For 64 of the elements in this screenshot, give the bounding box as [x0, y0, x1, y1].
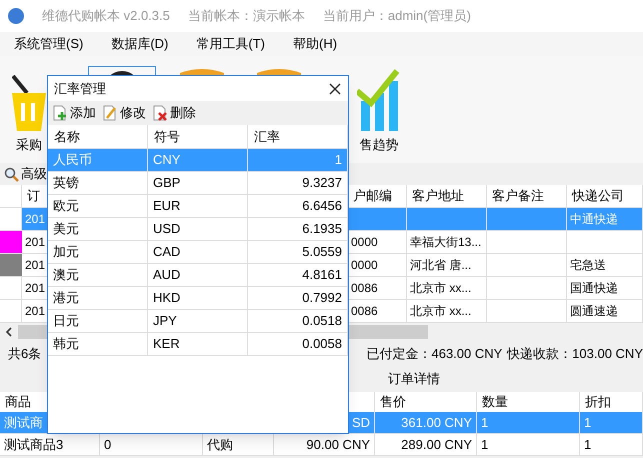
ledger-label: 当前帐本：演示帐本: [188, 7, 305, 26]
table-cell-text: KER: [153, 335, 180, 354]
table-cell-text: 1: [481, 436, 488, 454]
table-cell-text: 加元: [53, 243, 79, 262]
table-cell-text: 90.00 CNY: [306, 436, 370, 454]
table-cell-text: 圆通速递: [570, 303, 618, 320]
table-cell-text: 澳元: [53, 266, 79, 284]
table-cell-text: 361.00 CNY: [401, 414, 472, 432]
table-cell-text: 欧元: [53, 197, 79, 216]
table-cell-text: HKD: [153, 289, 180, 308]
table-cell-text: 201: [25, 257, 46, 274]
table-cell-text: 201: [25, 303, 46, 320]
dialog-title: 汇率管理: [54, 80, 106, 98]
table-cell-text: 英镑: [53, 174, 79, 192]
table-cell-text: 289.00 CNY: [401, 436, 472, 454]
table-cell-text: 0086: [351, 280, 378, 297]
table-cell-text: 1: [584, 414, 592, 432]
table-cell-text: 201: [25, 234, 46, 251]
table-cell-text: 美元: [53, 220, 79, 238]
table-cell-text: JPY: [153, 312, 177, 330]
table-cell-text: USD: [153, 220, 180, 238]
table-cell-text: SD: [352, 414, 370, 432]
table-cell-text: 0000: [351, 257, 378, 274]
table-cell-text: 1: [481, 414, 488, 432]
table-cell-text: 0.7992: [302, 289, 342, 308]
table-cell-text: CNY: [153, 151, 180, 170]
table-cell-text: 测试商: [4, 414, 43, 432]
table-cell-text: 北京市 xx...: [410, 280, 472, 297]
table-cell-text: 1: [584, 436, 592, 454]
table-cell-text: 5.0559: [302, 243, 342, 262]
user-label: 当前用户：admin(管理员): [322, 7, 471, 26]
table-cell-text: GBP: [153, 174, 180, 192]
summary-text: 已付定金：463.00 CNY: [366, 346, 502, 362]
summary-text: 快递收款：103.00 CNY: [507, 346, 643, 362]
table-cell-text: 6.1935: [302, 220, 342, 238]
table-cell-text: 0000: [351, 234, 378, 251]
table-cell-text: 6.6456: [302, 197, 342, 216]
table-cell-text: 人民币: [53, 151, 92, 170]
table-cell-text: CAD: [153, 243, 180, 262]
table-cell-text: 9.3237: [302, 174, 342, 192]
table-cell-text: AUD: [153, 266, 180, 284]
table-cell-text: 0.0058: [302, 335, 342, 354]
section-title: 订单详情: [388, 370, 440, 388]
table-cell-text: 0: [104, 436, 112, 454]
table-cell-text: 0086: [351, 303, 378, 320]
table-cell-text: 河北省 唐...: [410, 257, 472, 274]
table-cell-text: 代购: [207, 436, 233, 454]
table-cell-text: EUR: [153, 197, 180, 216]
table-cell-text: 201: [25, 280, 46, 297]
table-cell-text: 港元: [53, 289, 79, 308]
window-title: 维德代购帐本 v2.0.3.5: [42, 7, 170, 26]
summary-text: 共6条: [8, 346, 42, 362]
table-cell-text: 韩元: [53, 335, 79, 354]
table-cell-text: 北京市 xx...: [410, 303, 472, 320]
table-cell-text: 幸福大街13...: [410, 234, 482, 251]
table-cell-text: 0.0518: [302, 312, 342, 330]
table-cell-text: 国通快递: [570, 280, 618, 297]
table-cell-text: 1: [334, 151, 342, 170]
table-cell-text: 4.8161: [302, 266, 342, 284]
table-cell-text: 日元: [53, 312, 79, 330]
table-cell-text: 中通快递: [570, 211, 618, 228]
table-cell-text: 测试商品3: [4, 436, 64, 454]
table-cell-text: 宅急送: [570, 257, 606, 274]
table-cell-text: 201: [25, 211, 46, 228]
